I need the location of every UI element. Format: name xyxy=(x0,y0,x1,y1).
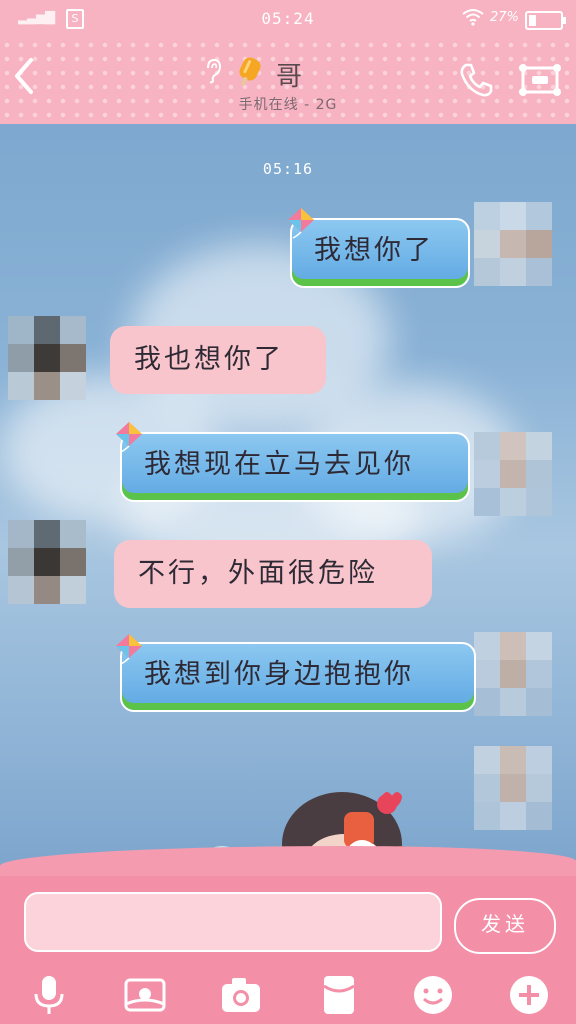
contact-name[interactable]: 哥 xyxy=(276,56,302,93)
message-text: 我想你了 xyxy=(314,235,434,266)
kite-icon xyxy=(116,634,142,665)
camera-icon[interactable] xyxy=(218,972,264,1018)
chevron-left-icon xyxy=(15,58,33,94)
message-timestamp: 05:16 xyxy=(262,160,314,178)
battery-icon xyxy=(525,11,566,30)
ear-icon xyxy=(207,58,222,84)
wifi-icon xyxy=(462,8,484,30)
profile-button[interactable] xyxy=(518,62,562,98)
message-bubble-out[interactable]: 我想现在立马去见你 xyxy=(120,432,470,502)
message-bubble-in[interactable]: 我也想你了 xyxy=(110,326,326,394)
popsicle-icon xyxy=(239,57,261,86)
red-packet-icon[interactable] xyxy=(316,972,362,1018)
battery-percent: 27% xyxy=(490,10,519,25)
photo-icon[interactable] xyxy=(122,972,168,1018)
my-avatar[interactable] xyxy=(474,432,552,516)
contact-avatar[interactable] xyxy=(8,316,86,400)
message-text: 我想到你身边抱抱你 xyxy=(144,659,414,690)
send-button[interactable]: 发送 xyxy=(454,898,556,954)
contact-avatar[interactable] xyxy=(8,520,86,604)
message-text: 我想现在立马去见你 xyxy=(144,449,414,480)
my-avatar[interactable] xyxy=(474,202,552,286)
plus-icon[interactable] xyxy=(506,972,552,1018)
bottom-toolbar xyxy=(0,966,576,1024)
message-text: 不行，外面很危险 xyxy=(138,558,378,589)
composer: 发送 xyxy=(0,876,576,966)
my-avatar[interactable] xyxy=(474,632,552,716)
kite-icon xyxy=(288,208,314,239)
kite-icon xyxy=(116,422,142,453)
my-avatar[interactable] xyxy=(474,746,552,830)
microphone-icon[interactable] xyxy=(26,972,72,1018)
chat-header: 哥 手机在线 - 2G xyxy=(0,38,576,125)
message-bubble-out[interactable]: 我想到你身边抱抱你 xyxy=(120,642,476,712)
status-bar: ▂▃▅▇ S 05:24 27% xyxy=(0,0,576,38)
message-bubble-in[interactable]: 不行，外面很危险 xyxy=(114,540,432,608)
chat-area[interactable]: 05:16 我想你了 我也想你了 我想现在立马去见你 不行，外面很危险 我想到你… xyxy=(0,124,576,894)
message-input[interactable] xyxy=(24,892,442,952)
emoji-icon[interactable] xyxy=(410,972,456,1018)
message-text: 我也想你了 xyxy=(134,344,284,375)
phone-call-button[interactable] xyxy=(456,60,496,100)
